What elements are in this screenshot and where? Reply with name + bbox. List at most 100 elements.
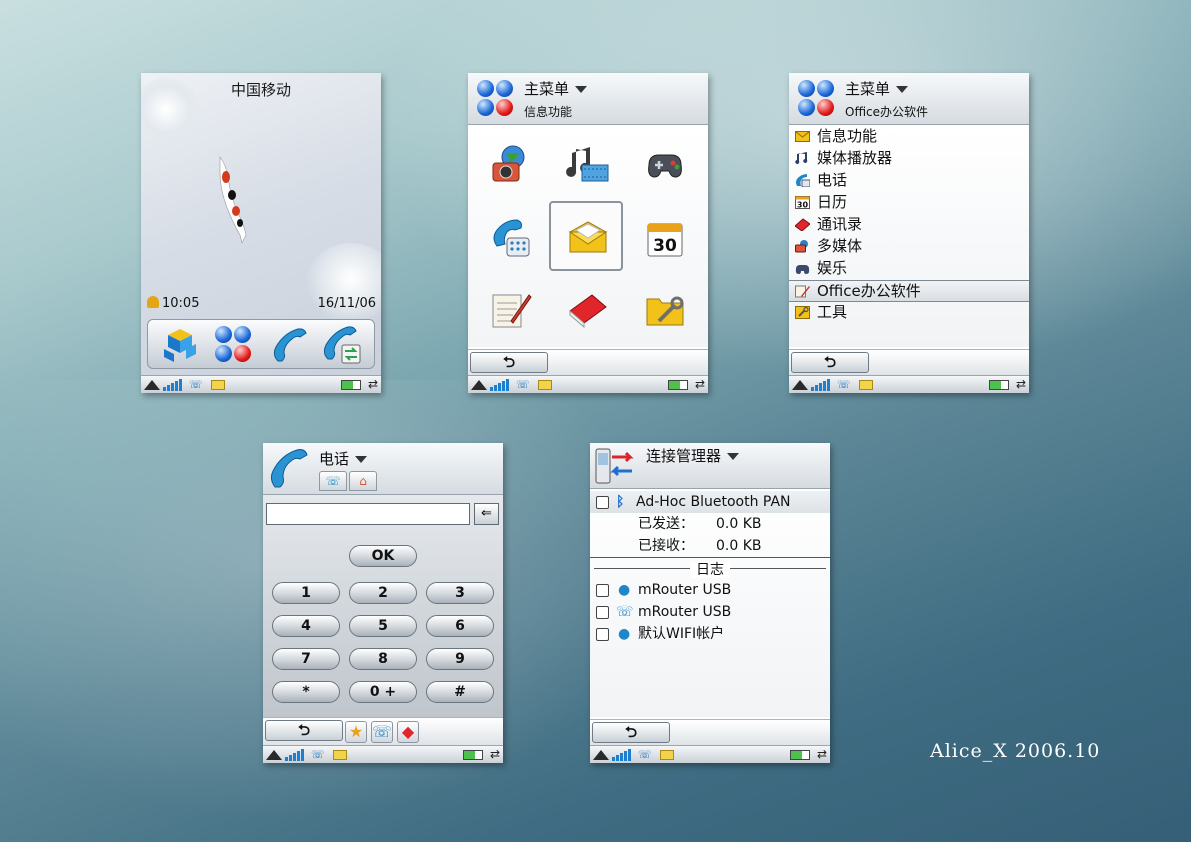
menu-triangle-icon[interactable] xyxy=(593,750,609,760)
softkey-bar: ⮌ xyxy=(590,719,830,745)
grid-item-internet[interactable] xyxy=(474,130,548,200)
key-3[interactable]: 3 xyxy=(426,582,494,604)
globe-camera-icon xyxy=(492,145,525,182)
list-item[interactable]: 工具 xyxy=(789,302,1029,324)
header: 连接管理器 xyxy=(590,443,830,489)
list-item[interactable]: 媒体播放器 xyxy=(789,148,1029,170)
list-item[interactable]: 30 日历 xyxy=(789,192,1029,214)
grid-item-calendar[interactable]: 30 xyxy=(628,203,702,273)
list-item[interactable]: 多媒体 xyxy=(789,236,1029,258)
tab-phone[interactable]: ☏ xyxy=(319,471,347,491)
list-item-selected[interactable]: Office办公软件 xyxy=(789,280,1029,302)
chevron-down-icon xyxy=(575,86,588,93)
received-label: 已接收： xyxy=(638,538,694,554)
grid-item-entertainment[interactable] xyxy=(628,130,702,200)
menu-triangle-icon[interactable] xyxy=(792,380,808,390)
checkbox[interactable] xyxy=(596,606,609,619)
delete-button[interactable]: ⇐ xyxy=(474,503,499,525)
blocks-icon[interactable] xyxy=(160,325,200,365)
globe-small-icon: ● xyxy=(618,626,631,642)
star-icon: ★ xyxy=(348,722,364,741)
grid-item-contacts[interactable] xyxy=(551,274,625,344)
header: 电话 ☏ ⌂ xyxy=(263,443,503,495)
bluetooth-connection-row[interactable]: ᛒ Ad-Hoc Bluetooth PAN xyxy=(590,491,830,513)
grid-item-tools[interactable] xyxy=(628,274,702,344)
contacts-button[interactable]: ◆ xyxy=(397,721,419,743)
connection-manager-screen: 连接管理器 ᛒ Ad-Hoc Bluetooth PAN 已发送： 0.0 KB… xyxy=(590,443,830,763)
softkey-bar: ⮌ ★ ☏ ◆ xyxy=(263,717,503,745)
menu-subtitle: 信息功能 xyxy=(524,105,573,119)
dialer-title: 电话 xyxy=(319,450,350,468)
phone-status-icon: ☏ xyxy=(189,378,203,391)
back-button[interactable]: ⮌ xyxy=(470,352,548,373)
menu-title-dropdown[interactable]: 主菜单 xyxy=(524,78,588,99)
connection-entry-label: mRouter USB xyxy=(638,604,732,620)
menu-triangle-icon[interactable] xyxy=(266,750,282,760)
menu-title-dropdown[interactable]: 主菜单 xyxy=(845,78,909,99)
key-5[interactable]: 5 xyxy=(349,615,417,637)
dialer-title-dropdown[interactable]: 电话 xyxy=(319,448,368,469)
battery-icon xyxy=(341,380,361,390)
phone-small-icon: ☏ xyxy=(325,474,341,488)
back-button[interactable]: ⮌ xyxy=(592,722,670,743)
key-2[interactable]: 2 xyxy=(349,582,417,604)
phone-handset-icon[interactable] xyxy=(270,325,310,365)
grid-item-phone[interactable] xyxy=(474,203,548,273)
key-hash[interactable]: # xyxy=(426,681,494,703)
list-item[interactable]: 信息功能 xyxy=(789,126,1029,148)
back-button[interactable]: ⮌ xyxy=(791,352,869,373)
key-4[interactable]: 4 xyxy=(272,615,340,637)
key-6[interactable]: 6 xyxy=(426,615,494,637)
list-item[interactable]: 娱乐 xyxy=(789,258,1029,280)
tab-home-call[interactable]: ⌂ xyxy=(349,471,377,491)
message-status-icon xyxy=(211,380,225,390)
envelope-icon xyxy=(795,131,810,142)
grid-item-office[interactable] xyxy=(474,274,548,344)
app-grid: 30 xyxy=(468,126,708,347)
key-9[interactable]: 9 xyxy=(426,648,494,670)
date: 16/11/06 xyxy=(317,296,376,311)
menu-triangle-icon[interactable] xyxy=(471,380,487,390)
signal-strength-icon xyxy=(811,379,833,391)
key-7[interactable]: 7 xyxy=(272,648,340,670)
key-8[interactable]: 8 xyxy=(349,648,417,670)
contacts-book-icon xyxy=(569,294,607,329)
list-item-label: Office办公软件 xyxy=(817,282,921,300)
key-1[interactable]: 1 xyxy=(272,582,340,604)
checkbox[interactable] xyxy=(596,496,609,509)
checkbox[interactable] xyxy=(596,584,609,597)
connection-entry[interactable]: ☏ mRouter USB xyxy=(590,601,830,623)
background-glow xyxy=(300,0,1191,420)
connection-title: 连接管理器 xyxy=(646,447,722,465)
call-transfer-icon[interactable] xyxy=(322,325,362,365)
message-status-icon xyxy=(859,380,873,390)
list-item-label: 多媒体 xyxy=(817,237,863,255)
connection-entry[interactable]: ● 默认WIFI帐户 xyxy=(590,623,830,645)
main-menu-dots-icon xyxy=(797,79,837,119)
list-item[interactable]: 通讯录 xyxy=(789,214,1029,236)
chevron-down-icon xyxy=(355,456,368,463)
menu-triangle-icon[interactable] xyxy=(144,380,160,390)
key-0[interactable]: 0 + xyxy=(349,681,417,703)
data-transfer-icon: ⇄ xyxy=(367,377,378,391)
connection-entry[interactable]: ● mRouter USB xyxy=(590,579,830,601)
call-log-button[interactable]: ☏ xyxy=(371,721,393,743)
call-log-icon: ☏ xyxy=(372,722,393,741)
favorites-button[interactable]: ★ xyxy=(345,721,367,743)
notes-icon xyxy=(492,294,532,328)
grid-item-messaging[interactable] xyxy=(549,201,623,271)
key-star[interactable]: * xyxy=(272,681,340,703)
contacts-icon: ◆ xyxy=(401,722,415,741)
main-menu-dots-icon[interactable] xyxy=(214,325,254,365)
sent-value: 0.0 KB xyxy=(716,516,762,532)
grid-item-media-player[interactable] xyxy=(551,130,625,200)
house-icon: ⌂ xyxy=(359,474,367,488)
checkbox[interactable] xyxy=(596,628,609,641)
list-item[interactable]: 电话 xyxy=(789,170,1029,192)
ok-button[interactable]: OK xyxy=(349,545,417,567)
menu-subtitle: Office办公软件 xyxy=(845,105,929,119)
connection-title-dropdown[interactable]: 连接管理器 xyxy=(646,445,740,466)
number-input[interactable] xyxy=(266,503,470,525)
back-button[interactable]: ⮌ xyxy=(265,720,343,741)
koi-fish-icon xyxy=(219,156,247,244)
